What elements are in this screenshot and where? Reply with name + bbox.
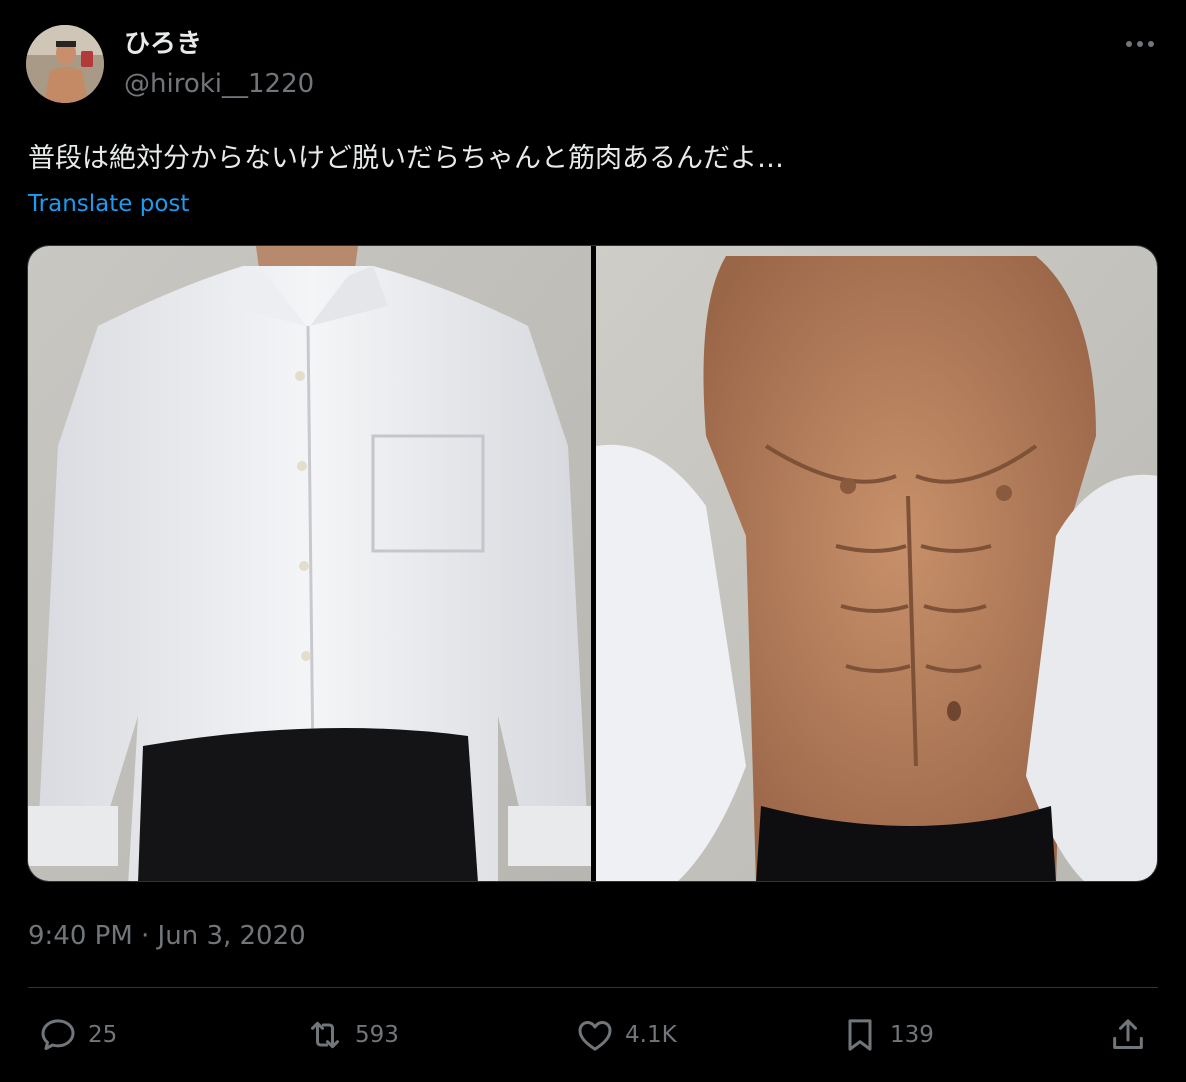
like-button[interactable]: 4.1K	[575, 1010, 677, 1060]
reply-button[interactable]: 25	[38, 1010, 117, 1060]
more-horizontal-icon	[1126, 41, 1154, 47]
post-text: 普段は絶対分からないけど脱いだらちゃんと筋肉あるんだよ…	[28, 143, 784, 174]
share-icon	[1113, 1019, 1143, 1049]
more-options-button[interactable]	[1118, 28, 1162, 60]
like-count: 4.1K	[625, 1022, 677, 1048]
repost-count: 593	[355, 1022, 399, 1048]
divider	[28, 987, 1158, 988]
share-button[interactable]	[1108, 1010, 1148, 1060]
reply-count: 25	[88, 1022, 118, 1048]
translate-post-link[interactable]: Translate post	[28, 188, 189, 220]
reply-icon	[41, 1019, 75, 1050]
display-name[interactable]: ひろき	[124, 28, 202, 60]
avatar[interactable]	[26, 25, 104, 103]
repost-icon	[311, 1021, 339, 1049]
photo-shirt[interactable]	[28, 246, 591, 881]
bookmark-button[interactable]: 139	[840, 1010, 934, 1060]
action-bar: 25 593 4.1K 139	[0, 1010, 1186, 1060]
media-grid	[27, 245, 1158, 882]
photo-abs[interactable]	[596, 246, 1157, 881]
heart-icon	[578, 1021, 612, 1051]
bookmark-count: 139	[890, 1022, 934, 1048]
user-handle[interactable]: @hiroki__1220	[124, 68, 314, 100]
repost-button[interactable]: 593	[305, 1010, 399, 1060]
bookmark-icon	[848, 1019, 872, 1051]
post-timestamp[interactable]: 9:40 PM · Jun 3, 2020	[28, 918, 306, 954]
tweet: ひろき @hiroki__1220 普段は絶対分からないけど脱いだらちゃんと筋肉…	[0, 0, 1186, 1082]
